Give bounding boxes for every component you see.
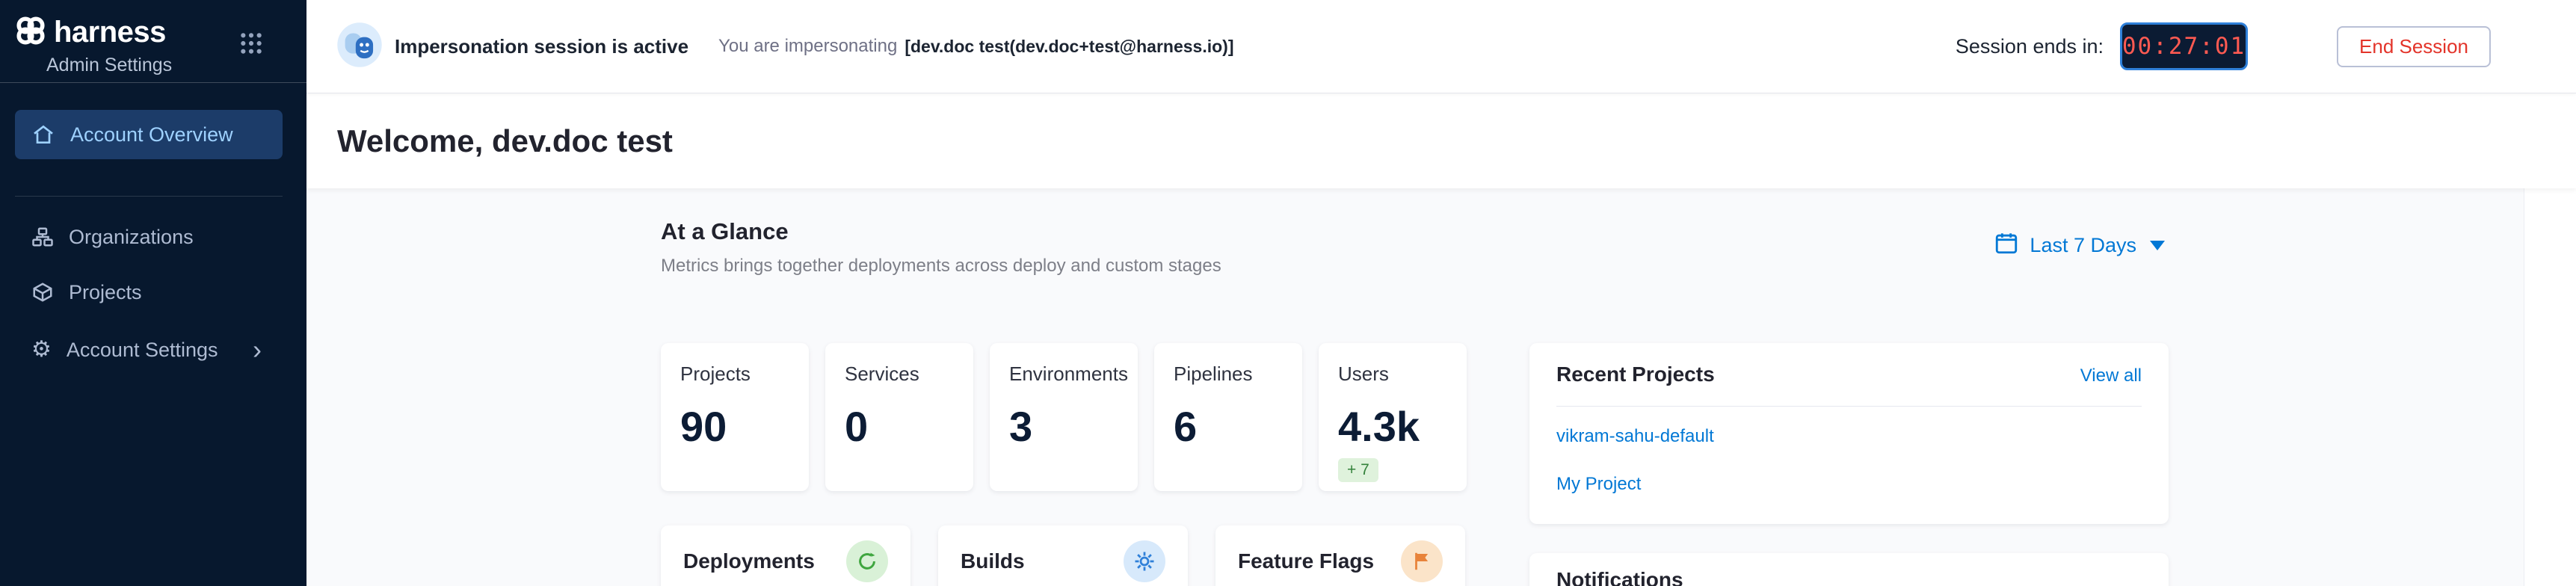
stat-value: 90 xyxy=(680,402,809,451)
card-divider xyxy=(1556,406,2142,407)
section-subtitle: Metrics brings together deployments acro… xyxy=(661,256,1221,277)
caret-down-icon xyxy=(2150,241,2165,250)
sidebar-item-account-overview[interactable]: Account Overview xyxy=(15,110,283,159)
module-grid-icon[interactable] xyxy=(239,31,263,59)
modules-row: Deployments Builds Featu xyxy=(661,525,1465,586)
sidebar: harness Admin Settings Account Overview xyxy=(0,0,306,586)
stat-label: Users xyxy=(1338,363,1467,386)
stat-card-users: Users 4.3k + 7 xyxy=(1319,343,1467,491)
sidebar-item-organizations[interactable]: Organizations xyxy=(15,215,283,259)
module-card-builds[interactable]: Builds xyxy=(938,525,1188,586)
module-title: Deployments xyxy=(683,549,815,573)
stat-value: 4.3k xyxy=(1338,402,1467,451)
brand-name: harness xyxy=(54,16,166,49)
feature-flags-icon xyxy=(1401,540,1443,582)
at-a-glance-header: At a Glance Metrics brings together depl… xyxy=(661,218,1221,277)
organizations-icon xyxy=(31,226,54,248)
notifications-title: Notifications xyxy=(1556,568,2142,586)
stats-row: Projects 90 Services 0 Environments 3 Pi… xyxy=(661,343,1467,491)
sidebar-divider xyxy=(15,196,283,197)
page-title: Welcome, dev.doc test xyxy=(337,123,673,159)
module-title: Builds xyxy=(961,549,1025,573)
impersonation-title: Impersonation session is active xyxy=(395,35,688,58)
sidebar-item-projects[interactable]: Projects xyxy=(15,270,283,315)
stat-label: Services xyxy=(845,363,973,386)
stat-label: Pipelines xyxy=(1174,363,1302,386)
stat-value: 6 xyxy=(1174,402,1302,451)
recent-projects-title: Recent Projects xyxy=(1556,363,1715,386)
date-range-dropdown[interactable]: Last 7 Days xyxy=(1994,230,2165,261)
session-timer: 00:27:01 xyxy=(2120,22,2248,70)
module-card-deployments[interactable]: Deployments xyxy=(661,525,910,586)
module-title: Feature Flags xyxy=(1238,549,1374,573)
date-range-value: Last 7 Days xyxy=(2030,234,2136,257)
end-session-button[interactable]: End Session xyxy=(2337,26,2491,67)
session-ends-label: Session ends in: xyxy=(1956,35,2104,58)
nav-label: Account Overview xyxy=(70,123,233,146)
welcome-band: Welcome, dev.doc test xyxy=(306,93,2576,188)
stat-card-environments: Environments 3 xyxy=(990,343,1138,491)
impersonation-banner: Impersonation session is active You are … xyxy=(306,0,2576,93)
nav-label: Organizations xyxy=(69,226,194,249)
impersonation-masks-icon xyxy=(336,22,383,72)
stat-card-pipelines: Pipelines 6 xyxy=(1154,343,1302,491)
nav-label: Projects xyxy=(69,281,142,304)
nav-label: Account Settings xyxy=(67,339,218,362)
deployments-icon xyxy=(846,540,888,582)
impersonated-user: [dev.doc test(dev.doc+test@harness.io)] xyxy=(905,37,1233,57)
home-icon xyxy=(31,123,55,146)
calendar-icon xyxy=(1994,230,2019,261)
scrollbar-gutter[interactable] xyxy=(2524,188,2576,586)
stat-label: Environments xyxy=(1009,363,1138,386)
stat-value: 0 xyxy=(845,402,973,451)
chevron-right-icon: › xyxy=(253,336,283,363)
harness-logo-icon xyxy=(15,15,46,50)
module-card-feature-flags[interactable]: Feature Flags xyxy=(1215,525,1465,586)
project-link[interactable]: vikram-sahu-default xyxy=(1556,426,2142,447)
project-link[interactable]: My Project xyxy=(1556,474,2142,495)
stat-card-projects: Projects 90 xyxy=(661,343,809,491)
notifications-card: Notifications xyxy=(1529,553,2169,586)
impersonation-text: You are impersonating xyxy=(718,36,897,57)
stat-label: Projects xyxy=(680,363,809,386)
overview-content: At a Glance Metrics brings together depl… xyxy=(306,188,2524,586)
harness-admin-dashboard: harness Admin Settings Account Overview xyxy=(0,0,2576,586)
stat-value: 3 xyxy=(1009,402,1138,451)
recent-projects-card: Recent Projects View all vikram-sahu-def… xyxy=(1529,343,2169,524)
users-delta-badge: + 7 xyxy=(1338,458,1378,482)
view-all-link[interactable]: View all xyxy=(2080,366,2142,386)
projects-icon xyxy=(31,281,54,303)
builds-icon xyxy=(1124,540,1165,582)
section-title: At a Glance xyxy=(661,218,1221,245)
stat-card-services: Services 0 xyxy=(825,343,973,491)
sidebar-header: harness Admin Settings xyxy=(0,0,306,83)
sidebar-item-account-settings[interactable]: ⚙ Account Settings › xyxy=(15,327,283,372)
gear-icon: ⚙ xyxy=(31,339,52,361)
